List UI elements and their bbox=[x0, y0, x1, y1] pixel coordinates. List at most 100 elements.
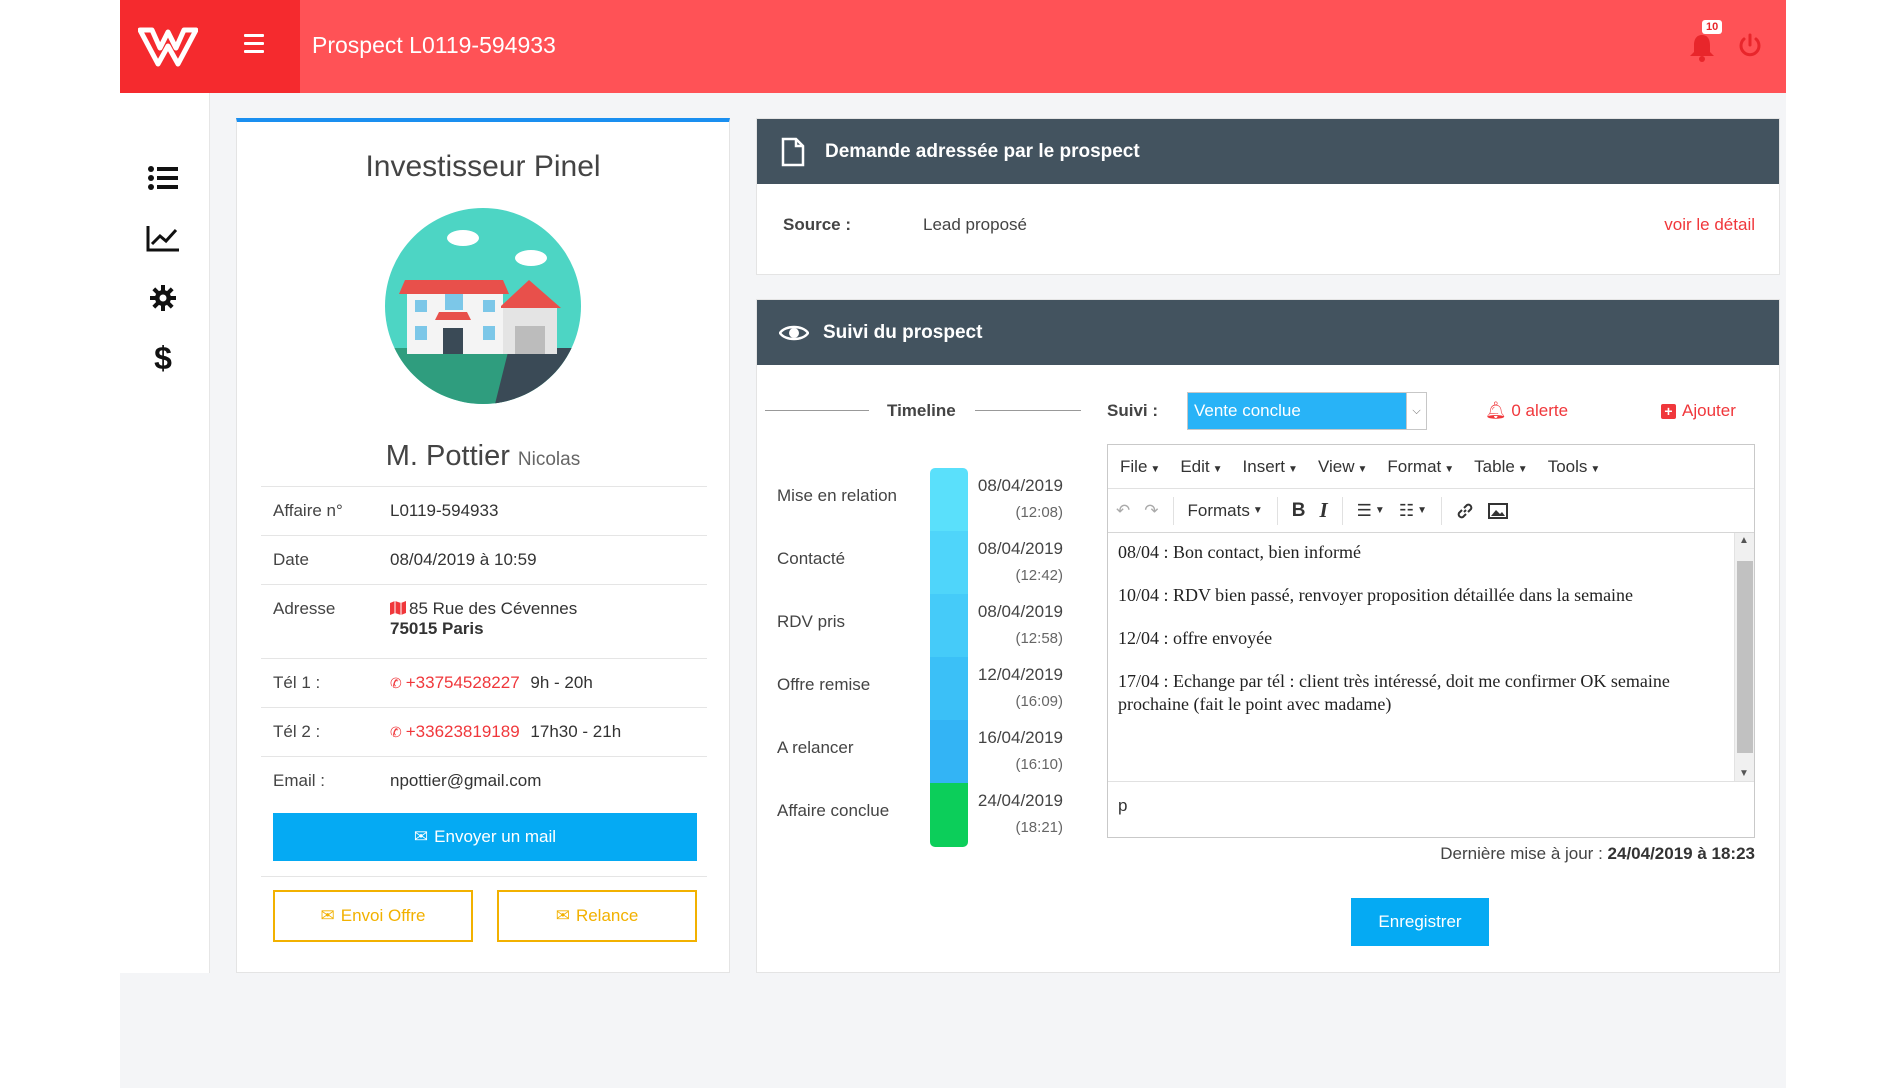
info-value: npottier@gmail.com bbox=[390, 771, 542, 790]
editor-menu-label: File bbox=[1120, 456, 1148, 476]
caret-icon: ▼ bbox=[1212, 463, 1223, 475]
caret-icon: ▼ bbox=[1444, 463, 1455, 475]
scroll-down-icon[interactable]: ▼ bbox=[1739, 768, 1749, 779]
editor-menu-label: Insert bbox=[1242, 456, 1286, 476]
info-key: Date bbox=[273, 550, 309, 569]
eye-icon bbox=[779, 325, 809, 341]
editor-menu-file[interactable]: File ▼ bbox=[1120, 457, 1160, 477]
caret-icon: ▼ bbox=[1590, 463, 1601, 475]
request-panel-header: Demande adressée par le prospect bbox=[757, 119, 1779, 184]
image-icon[interactable] bbox=[1487, 502, 1508, 519]
request-panel: Demande adressée par le prospect Source … bbox=[756, 118, 1780, 275]
editor-menu-format[interactable]: Format ▼ bbox=[1387, 457, 1454, 477]
chart-line-icon[interactable] bbox=[146, 221, 180, 255]
add-link[interactable]: + Ajouter bbox=[1661, 401, 1736, 421]
info-row-tel1: Tél 1 : ✆ +33754528227 9h - 20h bbox=[261, 658, 707, 707]
divider bbox=[261, 876, 707, 877]
status-label: Suivi : bbox=[1107, 401, 1159, 420]
editor-menu-view[interactable]: View ▼ bbox=[1318, 457, 1367, 477]
relance-label: Relance bbox=[575, 906, 639, 925]
timeline-step-date: 08/04/2019 bbox=[977, 602, 1063, 621]
power-icon[interactable] bbox=[1737, 33, 1763, 59]
note-paragraph: 10/04 : RDV bien passé, renvoyer proposi… bbox=[1118, 585, 1634, 605]
caret-icon: ▼ bbox=[1417, 505, 1427, 516]
address-link[interactable]: 85 Rue des Cévennes 75015 Paris bbox=[390, 599, 577, 658]
editor-content[interactable]: 08/04 : Bon contact, bien informé 10/04 :… bbox=[1108, 533, 1736, 781]
envelope-icon: ✉ bbox=[413, 827, 429, 846]
send-mail-button[interactable]: ✉ Envoyer un mail bbox=[273, 813, 697, 861]
link-icon[interactable] bbox=[1456, 502, 1474, 520]
view-detail-link[interactable]: voir le détail bbox=[1664, 215, 1755, 235]
numbered-list-icon[interactable]: ☷ ▼ bbox=[1399, 501, 1427, 521]
note-paragraph: 12/04 : offre envoyée bbox=[1118, 628, 1273, 648]
undo-icon[interactable]: ↶ bbox=[1116, 501, 1130, 521]
info-key: Tél 2 : bbox=[273, 722, 321, 741]
info-row-adresse: Adresse 85 Rue des Cévennes 75015 Paris bbox=[261, 584, 707, 658]
menu-toggle-icon[interactable] bbox=[244, 34, 264, 56]
editor-menu-label: Table bbox=[1474, 456, 1515, 476]
address-line-2: 75015 Paris bbox=[390, 619, 484, 638]
tel2-link[interactable]: +33623819189 bbox=[406, 722, 520, 741]
list-icon[interactable] bbox=[146, 161, 180, 195]
tracking-panel: Suivi du prospect Timeline Mise en relat… bbox=[756, 299, 1780, 973]
formats-dropdown[interactable]: Formats ▼ bbox=[1188, 501, 1263, 521]
status-selected-value: Vente conclue bbox=[1194, 401, 1301, 420]
relance-button[interactable]: ✉ Relance bbox=[497, 890, 697, 942]
last-update: Dernière mise à jour : 24/04/2019 à 18:2… bbox=[1440, 844, 1755, 864]
prospect-type: Investisseur Pinel bbox=[365, 150, 601, 183]
notification-badge: 10 bbox=[1702, 20, 1723, 34]
scrollbar-thumb[interactable] bbox=[1737, 561, 1753, 753]
timeline-step-label: Contacté bbox=[777, 549, 846, 568]
dollar-icon[interactable]: $ bbox=[146, 340, 180, 376]
bullet-list-icon[interactable]: ☰ ▼ bbox=[1357, 501, 1385, 521]
logo-icon bbox=[138, 27, 198, 67]
info-row-date: Date 08/04/2019 à 10:59 bbox=[261, 535, 707, 584]
editor-menu-label: View bbox=[1317, 456, 1355, 476]
timeline-step-label: Offre remise bbox=[777, 675, 871, 694]
alert-link[interactable]: 🔔︎ 0 alerte bbox=[1485, 401, 1568, 421]
italic-button[interactable]: I bbox=[1319, 498, 1327, 523]
timeline-step-time: (12:58) bbox=[1015, 630, 1063, 647]
tel1-hours: 9h - 20h bbox=[530, 673, 593, 692]
editor-toolbar: ↶ ↷ Formats ▼ B I ☰ ▼ ☷ ▼ bbox=[1108, 489, 1754, 533]
caret-icon: ▼ bbox=[1357, 463, 1368, 475]
bold-button[interactable]: B bbox=[1292, 500, 1306, 522]
editor-menu-insert[interactable]: Insert ▼ bbox=[1243, 457, 1298, 477]
gear-icon[interactable] bbox=[146, 281, 180, 315]
caret-icon: ▼ bbox=[1288, 463, 1298, 475]
address-line-1: 85 Rue des Cévennes bbox=[409, 599, 578, 618]
info-key: Adresse bbox=[273, 599, 336, 618]
toolbar-separator bbox=[1341, 496, 1343, 525]
tel1-link[interactable]: +33754528227 bbox=[406, 673, 520, 692]
prospect-last-name: M. Pottier bbox=[385, 440, 510, 472]
send-offer-button[interactable]: ✉ Envoi Offre bbox=[273, 890, 473, 942]
caret-icon: ▼ bbox=[1517, 463, 1528, 475]
save-button[interactable]: Enregistrer bbox=[1351, 898, 1489, 946]
phone-icon: ✆ bbox=[390, 675, 402, 691]
tracking-panel-header: Suivi du prospect bbox=[757, 300, 1779, 365]
bell-icon[interactable] bbox=[1688, 32, 1716, 62]
editor-menu-table[interactable]: Table ▼ bbox=[1474, 457, 1528, 477]
page-title: Prospect L0119-594933 bbox=[312, 32, 556, 58]
request-panel-title: Demande adressée par le prospect bbox=[825, 141, 1140, 162]
scroll-up-icon[interactable]: ▲ bbox=[1739, 535, 1749, 546]
timeline-step-label: A relancer bbox=[777, 738, 854, 757]
editor-menu-tools[interactable]: Tools ▼ bbox=[1548, 457, 1601, 477]
phone-icon: ✆ bbox=[390, 724, 402, 740]
alert-label: 0 alerte bbox=[1511, 401, 1569, 420]
logo-box[interactable] bbox=[120, 0, 300, 93]
caret-icon: ▼ bbox=[1252, 505, 1263, 516]
editor-menu-edit[interactable]: Edit ▼ bbox=[1180, 457, 1222, 477]
editor-scrollbar[interactable]: ▲ ▼ bbox=[1734, 533, 1754, 781]
envelope-icon: ✉ bbox=[555, 906, 570, 925]
plus-square-icon: + bbox=[1661, 404, 1676, 419]
editor-menu-label: Edit bbox=[1180, 456, 1210, 476]
notes-editor: File ▼ Edit ▼ Insert ▼ View ▼ Format ▼ Table ▼ Tools… bbox=[1107, 444, 1755, 838]
chevron-down-icon: ⌵ bbox=[1406, 393, 1426, 429]
app: Prospect L0119-594933 10 $ Investisseur … bbox=[120, 0, 1786, 1088]
prospect-name: M. Pottier Nicolas bbox=[237, 440, 729, 473]
redo-icon[interactable]: ↷ bbox=[1144, 501, 1158, 521]
source-label: Source : bbox=[783, 215, 852, 234]
prospect-card: Investisseur Pinel M. Pottier Nicolas Af… bbox=[236, 118, 730, 973]
status-select[interactable]: Vente conclue ⌵ bbox=[1187, 392, 1427, 430]
